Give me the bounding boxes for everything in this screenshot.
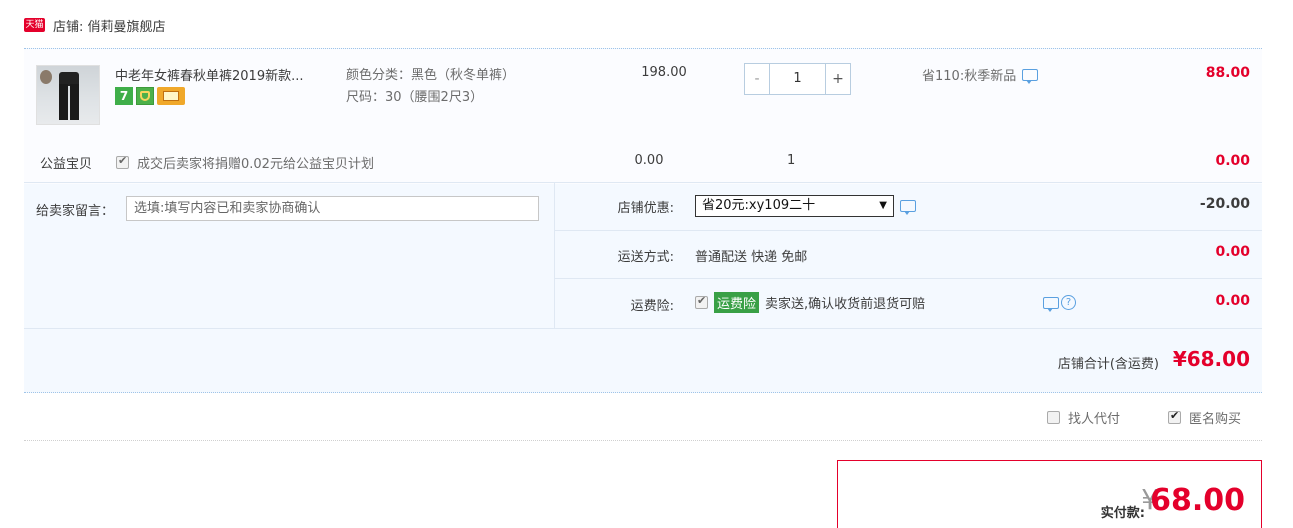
divider (554, 230, 1262, 231)
charity-option: 成交后卖家将捐赠0.02元给公益宝贝计划 (116, 153, 374, 172)
seller-message-input[interactable]: 选填:填写内容已和卖家协商确认 (126, 196, 539, 221)
credit-card-icon[interactable] (157, 87, 185, 105)
insurance-badge: 运费险 (714, 292, 760, 313)
store-total-label: 店铺合计(含运费) (1057, 357, 1159, 372)
anonymous-checkbox[interactable] (1168, 409, 1181, 424)
chat-bubble-icon[interactable] (1022, 68, 1039, 84)
quantity-decrease-button[interactable]: - (745, 64, 770, 94)
store-discount-label: 店铺优惠: (617, 201, 674, 216)
chat-bubble-icon[interactable] (1043, 296, 1059, 312)
quantity-stepper: - 1 + (744, 63, 851, 95)
tmall-logo-icon: 天猫 (24, 18, 45, 32)
charity-qty: 1 (787, 153, 796, 168)
shipping-amount: 0.00 (1215, 244, 1250, 260)
promo-text: 省110:秋季新品 (922, 69, 1017, 84)
anonymous-label: 匿名购买 (1189, 412, 1242, 427)
order-box: 中老年女裤春秋单裤2019新款... 7 颜色分类：黑色（秋冬单裤） 尺码：30… (24, 48, 1262, 393)
seven-day-return-icon[interactable]: 7 (115, 87, 133, 105)
payment-label: 实付款: (1100, 506, 1145, 521)
product-thumbnail[interactable] (36, 65, 100, 125)
store-discount-select[interactable]: 省20元:xy109二十 ▼ (695, 195, 894, 217)
quantity-input[interactable]: 1 (770, 64, 825, 94)
shipping-label: 运送方式: (617, 250, 674, 265)
store-discount-field: 省20元:xy109二十 ▼ (695, 195, 916, 217)
divider (554, 278, 1262, 279)
charity-text: 成交后卖家将捐赠0.02元给公益宝贝计划 (137, 157, 374, 172)
dropdown-arrow-icon: ▼ (879, 200, 887, 211)
guarantee-shield-icon[interactable] (136, 87, 154, 105)
chat-bubble-icon[interactable] (900, 200, 916, 215)
sku-info: 颜色分类：黑色（秋冬单裤） 尺码：30（腰围2尺3） (346, 65, 515, 109)
message-label: 给卖家留言： (36, 204, 115, 219)
store-name[interactable]: 店铺: 俏莉曼旗舰店 (53, 16, 166, 35)
anonymous-option: 匿名购买 (1168, 408, 1241, 427)
charity-row: 公益宝贝 成交后卖家将捐赠0.02元给公益宝贝计划 0.00 1 0.00 (24, 139, 1262, 183)
proxy-pay-option: 找人代付 (1047, 408, 1120, 427)
sku-size: 尺码：30（腰围2尺3） (346, 90, 484, 105)
question-mark-icon[interactable]: ? (1061, 295, 1076, 310)
divider (24, 182, 1262, 183)
insurance-label: 运费险: (630, 299, 674, 314)
payment-summary: 实付款: ¥ 68.00 (837, 460, 1262, 528)
payment-total: 68.00 (1150, 483, 1245, 518)
insurance-field: 运费险 卖家送,确认收货前退货可赔 (695, 292, 925, 313)
divider (24, 440, 1262, 441)
store-total-value: ¥68.00 (1172, 347, 1250, 371)
insurance-amount: 0.00 (1215, 293, 1250, 309)
shipping-method: 普通配送 快递 免邮 (695, 250, 808, 265)
insurance-checkbox[interactable] (695, 294, 708, 309)
sku-color: 颜色分类：黑色（秋冬单裤） (346, 68, 516, 83)
service-icons: 7 (115, 87, 185, 105)
proxy-pay-checkbox[interactable] (1047, 411, 1060, 424)
charity-checkbox[interactable] (116, 154, 129, 169)
item-subtotal: 88.00 (1205, 65, 1250, 81)
store-header: 天猫 店铺: 俏莉曼旗舰店 (24, 14, 166, 36)
quantity-increase-button[interactable]: + (825, 64, 850, 94)
insurance-help: ? (1043, 295, 1076, 312)
charity-price: 0.00 (634, 153, 664, 168)
promo-info: 省110:秋季新品 (922, 65, 1039, 84)
divider (24, 328, 1262, 329)
charity-subtotal: 0.00 (1215, 153, 1250, 169)
charity-label: 公益宝贝 (40, 157, 93, 172)
insurance-text: 卖家送,确认收货前退货可赔 (765, 297, 926, 312)
store-discount-amount: -20.00 (1199, 196, 1250, 212)
store-discount-selected: 省20元:xy109二十 (702, 198, 816, 213)
product-title[interactable]: 中老年女裤春秋单裤2019新款... (115, 65, 303, 84)
unit-price: 198.00 (641, 65, 687, 80)
proxy-pay-label: 找人代付 (1068, 412, 1121, 427)
